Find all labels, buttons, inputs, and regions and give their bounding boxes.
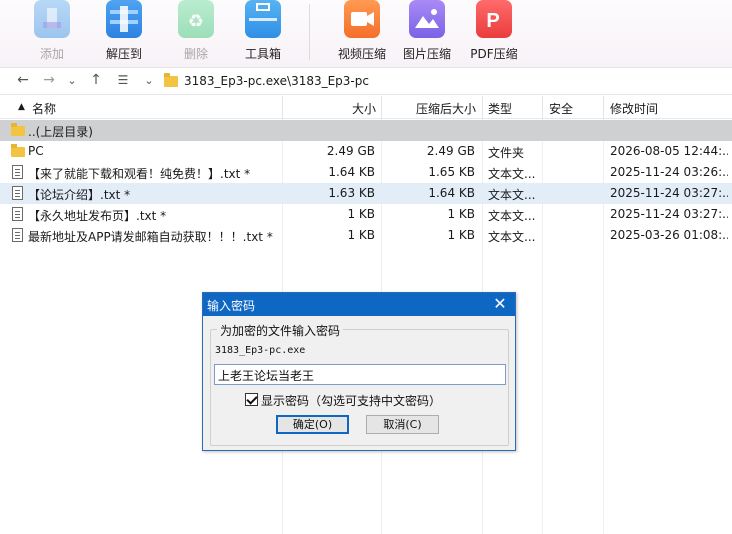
cancel-button[interactable]: 取消(C) (366, 415, 439, 434)
row-name: ..(上层目录) (28, 125, 93, 139)
up-arrow-icon[interactable]: ↑ (87, 72, 105, 88)
image-compress-icon (409, 0, 445, 38)
row-size: 1.63 KB (328, 186, 375, 200)
show-password-checkbox[interactable] (245, 393, 258, 406)
row-modified: 2025-11-24 03:27:... (610, 207, 728, 221)
row-modified: 2025-11-24 03:27:... (610, 186, 728, 200)
recycle-bin-icon: ♻ (178, 0, 214, 38)
add-label: 添加 (39, 47, 64, 61)
row-type: 文件夹 (488, 146, 525, 160)
column-header: ▲ 名称 大小 压缩后大小 类型 安全 修改时间 (0, 96, 732, 119)
archive-filename: 3183_Ep3-pc.exe (215, 345, 306, 356)
table-row[interactable]: 【来了就能下载和观看！纯免费！】.txt * 1.64 KB 1.65 KB 文… (0, 162, 732, 183)
column-security[interactable]: 安全 (549, 100, 573, 117)
password-input[interactable]: 上老王论坛当老王 (214, 364, 506, 385)
folder-icon (11, 144, 25, 157)
dialog-title: 输入密码 (207, 299, 256, 313)
delete-label: 删除 (183, 47, 208, 61)
video-compress-icon (344, 0, 380, 38)
text-file-icon (12, 207, 23, 221)
add-button[interactable]: 添加 (17, 0, 87, 67)
extract-to-icon (106, 0, 142, 38)
show-password-label[interactable]: 显示密码（勾选可支持中文密码） (261, 392, 441, 409)
column-name[interactable]: 名称 (32, 100, 56, 117)
column-divider[interactable] (542, 96, 543, 119)
row-modified: 2025-11-24 03:26:... (610, 165, 728, 179)
row-packed-size: 1 KB (447, 207, 475, 221)
column-type[interactable]: 类型 (488, 100, 512, 117)
row-modified: 2026-08-05 12:44:... (610, 144, 728, 158)
svg-text:P: P (486, 10, 499, 32)
column-divider[interactable] (603, 96, 604, 119)
text-file-icon (12, 165, 23, 179)
table-row-selected[interactable]: 【论坛介绍】.txt * 1.63 KB 1.64 KB 文本文... 2025… (0, 183, 732, 204)
column-packed-size[interactable]: 压缩后大小 (416, 100, 476, 117)
column-divider[interactable] (381, 96, 382, 119)
row-size: 1.64 KB (328, 165, 375, 179)
row-size: 2.49 GB (326, 144, 375, 158)
extract-to-label: 解压到 (105, 47, 142, 61)
row-name: 【永久地址发布页】.txt * (28, 209, 167, 223)
password-dialog: 输入密码 ✕ 为加密的文件输入密码 3183_Ep3-pc.exe 上老王论坛当… (202, 292, 516, 451)
column-modified[interactable]: 修改时间 (610, 100, 658, 117)
video-compress-label: 视频压缩 (337, 47, 386, 61)
column-size[interactable]: 大小 (352, 100, 376, 117)
view-mode-icon[interactable]: ☰ (114, 73, 132, 87)
row-size: 1 KB (347, 207, 375, 221)
text-file-icon (12, 186, 23, 200)
folder-icon (164, 73, 178, 87)
row-type: 文本文... (488, 230, 536, 244)
back-arrow-icon[interactable]: ← (14, 72, 32, 88)
toolbox-label: 工具箱 (244, 47, 281, 61)
row-packed-size: 2.49 GB (426, 144, 475, 158)
image-compress-button[interactable]: 图片压缩 (392, 0, 462, 67)
column-divider[interactable] (282, 96, 283, 119)
pdf-compress-button[interactable]: P PDF压缩 (459, 0, 529, 67)
add-archive-icon (34, 0, 70, 38)
image-compress-label: 图片压缩 (402, 47, 451, 61)
toolbox-button[interactable]: 工具箱 (228, 0, 298, 67)
row-type: 文本文... (488, 209, 536, 223)
text-file-icon (12, 228, 23, 242)
ok-button[interactable]: 确定(O) (276, 415, 349, 434)
row-packed-size: 1.65 KB (428, 165, 475, 179)
video-compress-button[interactable]: 视频压缩 (327, 0, 397, 67)
dialog-title-bar[interactable]: 输入密码 ✕ (203, 293, 515, 316)
extract-to-button[interactable]: 解压到 (89, 0, 159, 67)
row-size: 1 KB (347, 228, 375, 242)
toolbar-separator (309, 4, 310, 60)
delete-button[interactable]: ♻ 删除 (161, 0, 231, 67)
row-packed-size: 1 KB (447, 228, 475, 242)
row-name: 【论坛介绍】.txt * (28, 188, 131, 202)
row-type: 文本文... (488, 188, 536, 202)
table-row[interactable]: 【永久地址发布页】.txt * 1 KB 1 KB 文本文... 2025-11… (0, 204, 732, 225)
group-label: 为加密的文件输入密码 (217, 322, 344, 339)
row-modified: 2025-03-26 01:08:... (610, 228, 728, 242)
table-row-parent-dir[interactable]: ..(上层目录) (0, 120, 732, 141)
address-path[interactable]: 3183_Ep3-pc.exe\3183_Ep3-pc (184, 74, 369, 88)
row-name: 【来了就能下载和观看！纯免费！】.txt * (28, 167, 251, 181)
svg-text:♻: ♻ (188, 11, 204, 32)
history-chevron-down-icon[interactable]: ⌄ (63, 74, 81, 87)
pdf-compress-label: PDF压缩 (470, 47, 518, 61)
folder-icon (11, 123, 25, 136)
row-name: PC (28, 144, 44, 158)
row-type: 文本文... (488, 167, 536, 181)
address-bar: ← → ⌄ ↑ ☰ ⌄ 3183_Ep3-pc.exe\3183_Ep3-pc (0, 67, 732, 95)
table-row[interactable]: 最新地址及APP请发邮箱自动获取！！！.txt * 1 KB 1 KB 文本文.… (0, 225, 732, 246)
toolbar: 添加 解压到 ♻ 删除 工具箱 视频压缩 图片压缩 P PDF压缩 (0, 0, 732, 67)
row-packed-size: 1.64 KB (428, 186, 475, 200)
view-chevron-down-icon[interactable]: ⌄ (140, 74, 158, 87)
close-icon[interactable]: ✕ (491, 294, 509, 313)
forward-arrow-icon[interactable]: → (40, 72, 58, 88)
pdf-compress-icon: P (476, 0, 512, 38)
row-name: 最新地址及APP请发邮箱自动获取！！！.txt * (28, 230, 273, 244)
sort-up-icon: ▲ (18, 102, 25, 112)
column-divider[interactable] (482, 96, 483, 119)
table-row[interactable]: PC 2.49 GB 2.49 GB 文件夹 2026-08-05 12:44:… (0, 141, 732, 162)
toolbox-icon (245, 0, 281, 38)
